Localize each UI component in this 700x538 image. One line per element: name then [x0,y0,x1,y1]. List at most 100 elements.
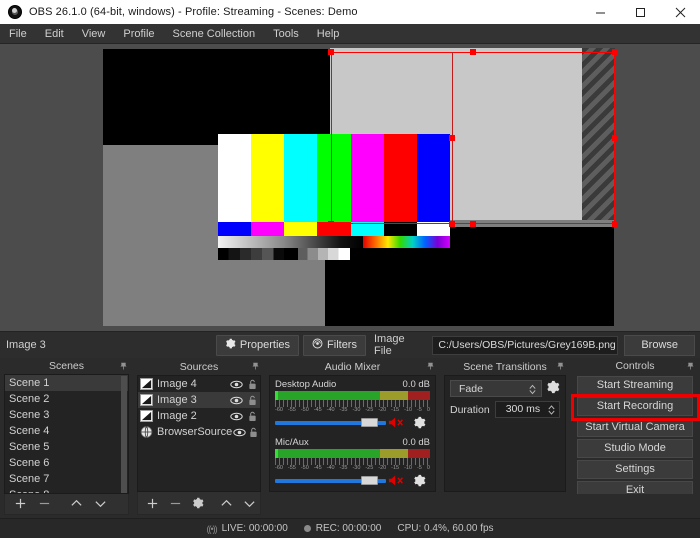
preview-canvas[interactable] [103,49,614,326]
menu-help[interactable]: Help [308,24,349,44]
muted-speaker-icon[interactable] [386,416,408,429]
scene-item[interactable]: Scene 6 [5,455,128,471]
scenes-header: Scenes [0,358,133,374]
source-row[interactable]: Image 4 [138,376,260,392]
plus-icon[interactable] [142,494,163,513]
menu-scene-collection[interactable]: Scene Collection [164,24,265,44]
menu-tools[interactable]: Tools [264,24,308,44]
image-icon [140,410,153,422]
minus-icon[interactable] [165,494,186,513]
muted-speaker-icon[interactable] [386,474,408,487]
volume-slider[interactable] [275,476,386,485]
start-virtual-camera-button[interactable]: Start Virtual Camera [577,418,693,437]
unlock-icon[interactable] [246,427,260,438]
selection-handle-top-right[interactable] [612,49,618,55]
gear-icon[interactable] [408,474,430,487]
color-bars-gradient-row [218,236,450,248]
start-recording-button[interactable]: Start Recording [577,397,693,416]
preview-area[interactable] [0,44,700,331]
scene-item[interactable]: Scene 5 [5,439,128,455]
scene-item[interactable]: Scene 2 [5,391,128,407]
chevron-updown-icon[interactable] [528,383,537,399]
eye-icon[interactable] [232,428,246,437]
source-row[interactable]: Image 3 [138,392,260,408]
pin-icon[interactable] [426,362,435,371]
eye-icon[interactable] [228,396,244,405]
scene-item[interactable]: Scene 4 [5,423,128,439]
close-icon[interactable] [660,0,700,24]
color-bars-source[interactable] [218,134,450,260]
controls-header: Controls [570,358,700,374]
minimize-icon[interactable] [580,0,620,24]
menu-profile[interactable]: Profile [114,24,163,44]
selection-handle-top-left[interactable] [328,49,334,55]
image-icon [140,378,153,390]
image-path-input[interactable]: C:/Users/OBS/Pictures/Grey169B.png [432,336,618,355]
selection-handle-mid-inner[interactable] [449,135,455,141]
menu-edit[interactable]: Edit [36,24,73,44]
gear-icon[interactable] [408,416,430,429]
source-row[interactable]: Image 2 [138,408,260,424]
unlock-icon[interactable] [244,411,260,422]
audio-channel-level: 0.0 dB [403,379,430,390]
scenes-title: Scenes [49,360,84,372]
transition-select[interactable]: Fade [450,380,542,397]
scene-item[interactable]: Scene 8 [5,487,128,494]
maximize-icon[interactable] [620,0,660,24]
selection-handle-middle-right[interactable] [612,135,618,141]
volume-slider[interactable] [275,418,386,427]
pin-icon[interactable] [119,362,128,371]
selection-handle-bottom-center[interactable] [470,221,476,227]
audio-mixer-body[interactable]: Desktop Audio 0.0 dB -60-55-50-45-40-35-… [269,375,436,492]
window-title: OBS 26.1.0 (64-bit, windows) - Profile: … [29,6,580,18]
pin-icon[interactable] [251,362,260,371]
sources-footer [137,492,261,515]
menu-file[interactable]: File [0,24,36,44]
rec-label: REC: 00:00:00 [316,523,382,534]
scene-item[interactable]: Scene 7 [5,471,128,487]
spinner-arrows-icon[interactable] [547,403,556,422]
minus-icon[interactable] [33,494,55,513]
selection-handle-bottom-left[interactable] [328,221,334,227]
unlock-icon[interactable] [244,379,260,390]
scene-item[interactable]: Scene 1 [5,375,128,391]
scenes-list[interactable]: Scene 1 Scene 2 Scene 3 Scene 4 Scene 5 … [4,374,129,494]
sources-list[interactable]: Image 4 Image 3 [137,375,261,492]
studio-mode-button[interactable]: Studio Mode [577,439,693,458]
filters-button[interactable]: Filters [303,335,366,356]
exit-button[interactable]: Exit [577,481,693,494]
gear-icon[interactable] [188,494,209,513]
duration-input[interactable]: 300 ms [495,401,560,418]
selection-handle-bottom-right[interactable] [612,221,618,227]
gear-icon[interactable] [546,380,560,397]
chevron-down-icon[interactable] [239,494,260,513]
live-label: LIVE: 00:00:00 [222,523,288,534]
selection-handle-bottom-inner[interactable] [449,221,455,227]
scene-transitions-body[interactable]: Fade Duration 300 ms [444,375,566,492]
properties-button[interactable]: Properties [216,335,299,356]
controls-title: Controls [615,360,654,372]
duration-value: 300 ms [506,403,540,415]
pin-icon[interactable] [686,362,695,371]
scene-item[interactable]: Scene 3 [5,407,128,423]
chevron-up-icon[interactable] [65,494,87,513]
menu-view[interactable]: View [73,24,115,44]
filters-icon [312,338,323,352]
unlock-icon[interactable] [244,395,260,406]
plus-icon[interactable] [9,494,31,513]
broadcast-icon: ((•)) [206,524,216,534]
scenes-scrollbar[interactable] [121,376,127,492]
chevron-up-icon[interactable] [216,494,237,513]
cpu-label: CPU: 0.4%, 60.00 fps [397,523,493,534]
eye-icon[interactable] [228,380,244,389]
start-streaming-button[interactable]: Start Streaming [577,376,693,395]
selection-handle-top-center[interactable] [470,49,476,55]
browse-button[interactable]: Browse [624,335,695,356]
obs-main-window: OBS 26.1.0 (64-bit, windows) - Profile: … [0,0,700,538]
source-row[interactable]: BrowserSource [138,424,260,440]
eye-icon[interactable] [228,412,244,421]
chevron-down-icon[interactable] [89,494,111,513]
pin-icon[interactable] [556,362,565,371]
image-file-label: Image File [374,333,424,357]
settings-button[interactable]: Settings [577,460,693,479]
